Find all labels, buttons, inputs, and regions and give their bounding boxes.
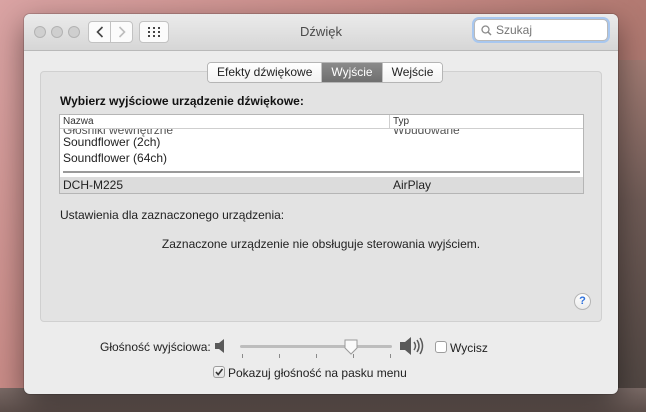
device-list-heading: Wybierz wyjściowe urządzenie dźwiękowe:: [60, 94, 304, 108]
tab-input[interactable]: Wejście: [382, 63, 443, 82]
column-header-type[interactable]: Typ: [389, 115, 409, 128]
output-panel: [40, 71, 602, 322]
checkmark-icon: [215, 368, 224, 376]
device-type: AirPlay: [393, 178, 432, 192]
list-divider: [63, 171, 580, 173]
column-header-name[interactable]: Nazwa: [63, 115, 94, 128]
show-volume-in-menu-bar-checkbox[interactable]: [213, 366, 225, 378]
device-table[interactable]: Głośniki wewnętrzne Wbudowane Nazwa Typ …: [59, 114, 584, 194]
slider-tick: [316, 354, 317, 358]
search-icon: [481, 24, 492, 36]
device-name: DCH-M225: [63, 178, 124, 192]
output-volume-label: Głośność wyjściowa:: [100, 340, 211, 354]
tab-sound-effects[interactable]: Efekty dźwiękowe: [208, 63, 323, 82]
table-row-selected[interactable]: DCH-M225 AirPlay: [60, 177, 583, 193]
slider-tick: [279, 354, 280, 358]
device-name: Soundflower (64ch): [63, 151, 168, 165]
question-mark-icon: ?: [579, 295, 586, 307]
mute-label: Wycisz: [450, 341, 488, 355]
volume-slider-knob[interactable]: [344, 339, 358, 355]
table-header: Nazwa Typ: [60, 115, 583, 129]
tab-output[interactable]: Wyjście: [322, 63, 383, 82]
search-input[interactable]: [496, 23, 596, 37]
slider-tick: [390, 354, 391, 358]
tab-bar: Efekty dźwiękowe Wyjście Wejście: [207, 62, 444, 83]
volume-slider[interactable]: [240, 345, 392, 348]
title-bar: Dźwięk: [24, 14, 618, 51]
table-row[interactable]: Soundflower (2ch): [60, 134, 583, 150]
show-volume-in-menu-bar-label: Pokazuj głośność na pasku menu: [228, 366, 407, 380]
speaker-high-icon: [400, 337, 424, 355]
table-row[interactable]: Soundflower (64ch): [60, 150, 583, 166]
device-name: Soundflower (2ch): [63, 135, 161, 149]
speaker-low-icon: [215, 339, 224, 353]
settings-label: Ustawienia dla zaznaczonego urządzenia:: [60, 208, 285, 222]
sound-preferences-window: Dźwięk Efekty dźwiękowe Wyjście Wejście …: [24, 14, 618, 394]
mute-checkbox[interactable]: [435, 341, 447, 353]
no-controls-message: Zaznaczone urządzenie nie obsługuje ster…: [161, 237, 481, 251]
search-field[interactable]: [474, 19, 608, 41]
help-button[interactable]: ?: [574, 293, 591, 310]
slider-tick: [242, 354, 243, 358]
